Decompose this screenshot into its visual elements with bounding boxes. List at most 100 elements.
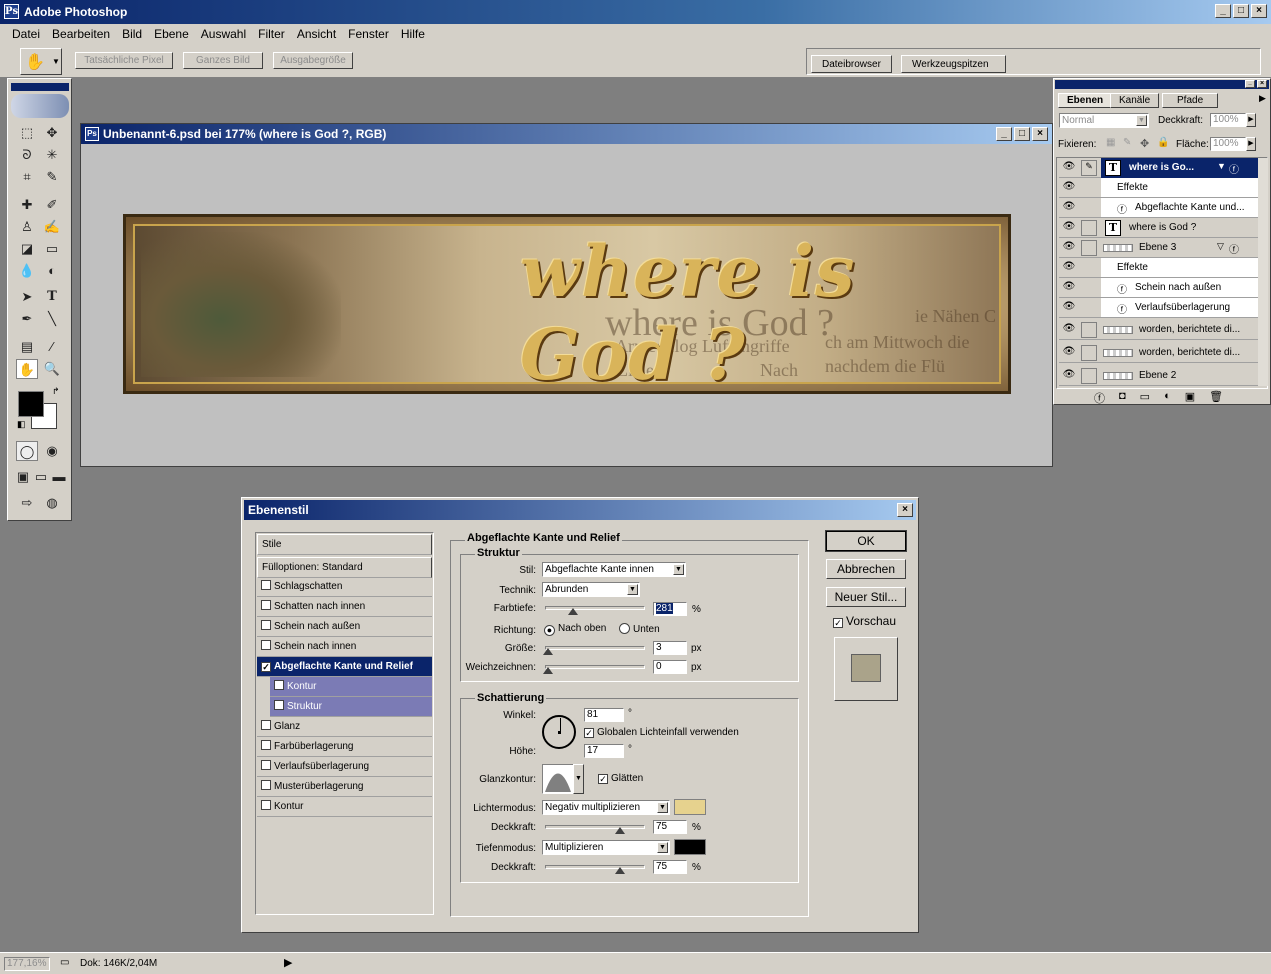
adjustment-layer-icon[interactable]: ◐ (1164, 390, 1171, 404)
palette-menu-icon[interactable]: ▶ (1259, 93, 1266, 104)
layer-style-icon[interactable]: ⓕ (1094, 390, 1105, 405)
checkbox-checked[interactable]: ✓ (261, 662, 271, 672)
checkbox[interactable] (261, 760, 271, 770)
ok-button[interactable]: OK (825, 530, 907, 552)
checkbox-checked[interactable]: ✓ (598, 774, 608, 784)
magic-wand-icon[interactable]: ✳ (41, 145, 63, 165)
style-item-texture[interactable]: Struktur (270, 697, 432, 717)
screen-mode-menu-icon[interactable]: ▭ (32, 467, 50, 487)
layer-row[interactable]: 👁 ✎ T where is Go... ▼ ⓕ (1059, 158, 1263, 178)
fit-screen-button[interactable]: Ganzes Bild (183, 52, 263, 69)
checkbox[interactable] (261, 800, 271, 810)
checkbox[interactable] (261, 720, 271, 730)
tab-werkzeugspitzen[interactable]: Werkzeugspitzen (901, 55, 1006, 73)
layer-effect-row[interactable]: 👁 ⓕ Verlaufsüberlagerung (1059, 298, 1263, 318)
zoom-field[interactable]: 177,16% (4, 957, 50, 971)
highlight-color-swatch[interactable] (674, 799, 706, 815)
shadow-color-swatch[interactable] (674, 839, 706, 855)
groesse-slider[interactable] (545, 646, 645, 650)
maximize-icon[interactable]: □ (1233, 4, 1249, 18)
style-item-pattern-overlay[interactable]: Musterüberlagerung (257, 777, 432, 797)
close-icon[interactable]: × (1251, 4, 1267, 18)
richtung-up-radio[interactable]: ● Nach oben (544, 623, 606, 636)
deckkraft2-input[interactable]: 75 (653, 860, 687, 874)
angle-dial[interactable] (542, 715, 576, 749)
lasso-tool-icon[interactable]: ᘐ (16, 145, 38, 165)
move-tool-icon[interactable]: ✥ (41, 123, 63, 143)
layer-mask-icon[interactable]: ◘ (1119, 390, 1126, 404)
dodge-tool-icon[interactable]: ◐ (41, 261, 63, 281)
checkbox[interactable] (261, 780, 271, 790)
doc-maximize-icon[interactable]: □ (1014, 127, 1030, 141)
trash-icon[interactable]: 🗑 (1209, 390, 1223, 404)
tab-pfade[interactable]: Pfade (1162, 93, 1219, 108)
expand-triangle-icon[interactable]: ▼ (1217, 161, 1226, 171)
print-size-button[interactable]: Ausgabegröße (273, 52, 353, 69)
menu-bearbeiten[interactable]: Bearbeiten (46, 27, 116, 41)
gloss-contour-preview[interactable] (542, 764, 574, 794)
hoehe-input[interactable]: 17 (584, 744, 624, 758)
richtung-down-radio[interactable]: Unten (619, 623, 660, 635)
actual-pixels-button[interactable]: Tatsächliche Pixel (75, 52, 173, 69)
lock-all-icon[interactable]: 🔒 (1157, 137, 1169, 148)
brush-tool-icon[interactable]: ✐ (41, 195, 63, 215)
radio[interactable] (619, 623, 630, 634)
blend-mode-select[interactable]: Normal ▼ (1059, 113, 1149, 128)
jump-to-imageready-icon[interactable]: ⇨ (16, 493, 38, 513)
menu-bild[interactable]: Bild (116, 27, 148, 41)
healing-brush-icon[interactable]: ✚ (16, 195, 38, 215)
doc-minimize-icon[interactable]: _ (996, 127, 1012, 141)
crop-tool-icon[interactable]: ⌗ (16, 167, 38, 187)
minimize-icon[interactable]: _ (1215, 4, 1231, 18)
zoom-tool-icon[interactable]: 🔍 (41, 359, 63, 379)
visibility-eye-icon[interactable]: 👁 (1061, 261, 1077, 275)
visibility-eye-icon[interactable]: 👁 (1061, 221, 1077, 235)
checkbox-checked[interactable]: ✓ (833, 618, 843, 628)
imageready-icon[interactable]: ◍ (41, 493, 63, 513)
slice-tool-icon[interactable]: ✎ (41, 167, 63, 187)
link-box[interactable] (1081, 220, 1097, 236)
lock-transparency-icon[interactable]: ▦ (1106, 137, 1115, 148)
link-box[interactable] (1081, 240, 1097, 256)
link-box[interactable] (1081, 345, 1097, 361)
layer-effect-row[interactable]: 👁 ⓕ Abgeflachte Kante und... (1059, 198, 1263, 218)
visibility-eye-icon[interactable]: 👁 (1061, 161, 1077, 175)
dialog-close-icon[interactable]: × (897, 503, 913, 517)
checkbox[interactable] (261, 580, 271, 590)
checkbox-checked[interactable]: ✓ (584, 728, 594, 738)
deckkraft1-input[interactable]: 75 (653, 820, 687, 834)
visibility-eye-icon[interactable]: 👁 (1061, 281, 1077, 295)
screen-mode-full-icon[interactable]: ▬ (50, 467, 68, 487)
style-item-inner-shadow[interactable]: Schatten nach innen (257, 597, 432, 617)
layer-effects-row[interactable]: 👁 Effekte (1059, 178, 1263, 198)
style-item-stroke[interactable]: Kontur (257, 797, 432, 817)
visibility-eye-icon[interactable]: 👁 (1061, 323, 1077, 337)
fill-input[interactable]: 100% (1210, 137, 1246, 151)
banner-image[interactable]: where is God ? Armee flog Luftangriffe c… (123, 214, 1011, 394)
menu-ebene[interactable]: Ebene (148, 27, 195, 41)
menu-ansicht[interactable]: Ansicht (291, 27, 342, 41)
eyedropper-icon[interactable]: ⁄ (41, 337, 63, 357)
style-item-gradient-overlay[interactable]: Verlaufsüberlagerung (257, 757, 432, 777)
brush-link-icon[interactable]: ✎ (1081, 160, 1097, 176)
preview-checkbox[interactable]: ✓ Vorschau (833, 614, 896, 628)
layer-row[interactable]: 👁 worden, berichtete di... (1059, 343, 1263, 363)
checkbox[interactable] (274, 680, 284, 690)
visibility-eye-icon[interactable]: 👁 (1061, 201, 1077, 215)
layer-row[interactable]: 👁 Ebene 3 ▽ ⓕ (1059, 238, 1263, 258)
checkbox[interactable] (274, 700, 284, 710)
farbtiefe-slider-thumb[interactable] (568, 608, 578, 615)
tool-preset-picker[interactable]: ✋ ▼ (20, 48, 62, 75)
deckkraft1-slider-thumb[interactable] (615, 827, 625, 834)
global-light-checkbox[interactable]: ✓ Globalen Lichteinfall verwenden (584, 727, 739, 738)
tab-kanaele[interactable]: Kanäle (1110, 93, 1160, 108)
palette-close-icon[interactable]: × (1257, 80, 1267, 88)
tiefen-select[interactable]: Multiplizieren ▼ (542, 840, 670, 855)
status-menu-arrow-icon[interactable]: ▶ (284, 956, 292, 969)
marquee-tool-icon[interactable]: ⬚ (16, 123, 38, 143)
quickmask-mode-icon[interactable]: ◉ (41, 441, 63, 461)
fill-options-item[interactable]: Fülloptionen: Standard (257, 557, 432, 578)
style-item-contour[interactable]: Kontur (270, 677, 432, 697)
smooth-checkbox[interactable]: ✓ Glätten (598, 773, 643, 784)
line-tool-icon[interactable]: ╲ (41, 309, 63, 329)
